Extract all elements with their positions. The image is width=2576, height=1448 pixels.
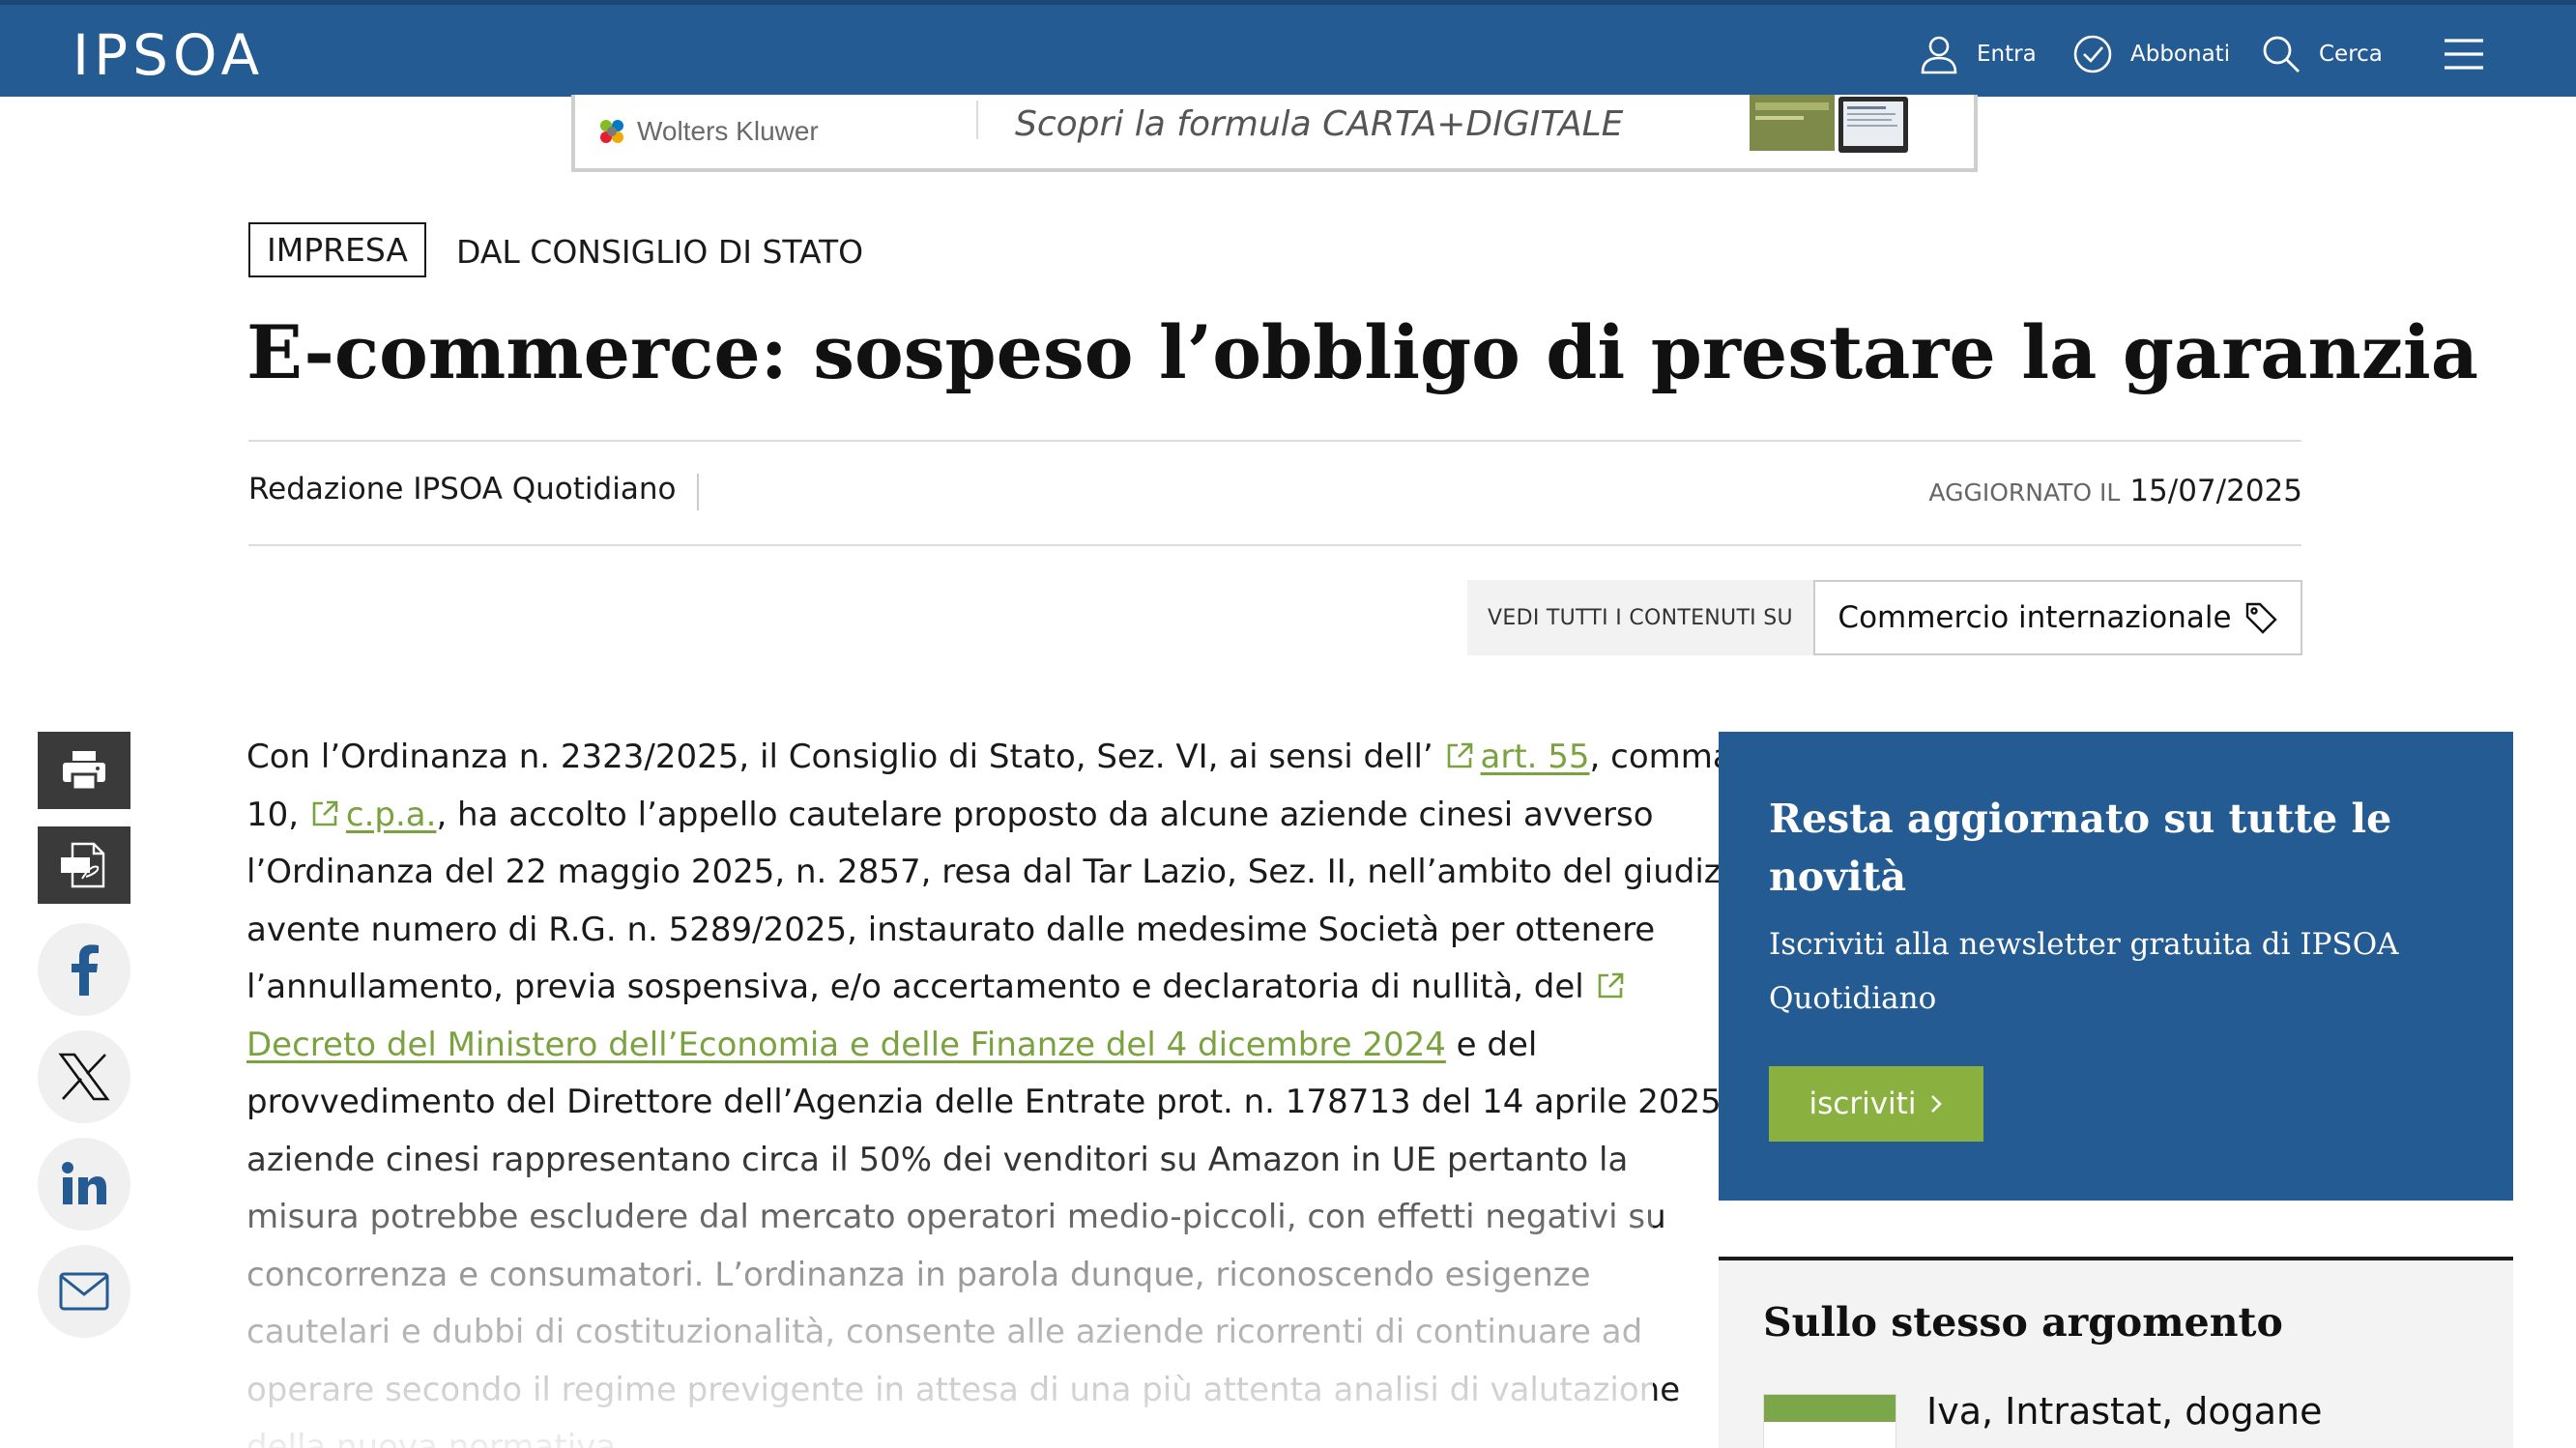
link-cpa[interactable]: c.p.a. — [346, 796, 437, 834]
author[interactable]: Redazione IPSOA Quotidiano — [248, 472, 676, 507]
nav-subscribe-label: Abbonati — [2130, 42, 2231, 67]
newsletter-title: Resta aggiornato su tutte le novità — [1769, 796, 2392, 900]
related-item-title[interactable]: Iva, Intrastat, dogane — [1926, 1390, 2323, 1433]
banner-product-image — [1750, 95, 1908, 153]
body-text-segment: e del — [1445, 1025, 1538, 1064]
facebook-share-button[interactable] — [38, 923, 130, 1016]
body-line: Decreto del Ministero dell’Economia e de… — [246, 1017, 1638, 1075]
ad-banner[interactable]: Wolters Kluwer Scopri la formula CARTA+D… — [571, 95, 1978, 172]
body-line: concorrenza e consumatori. L’ordinanza i… — [246, 1255, 1591, 1294]
article-title: E-commerce: sospeso l’obbligo di prestar… — [246, 309, 2479, 395]
topic-link-label: Commercio internazionale — [1838, 600, 2232, 635]
updated-info: AGGIORNATO IL 15/07/2025 — [1928, 474, 2302, 508]
related-thumbnail[interactable] — [1763, 1394, 1896, 1448]
body-line: della nuova normativa. — [246, 1428, 626, 1448]
linkedin-icon — [62, 1162, 106, 1204]
banner-promo: Scopri la formula CARTA+DIGITALE — [1015, 104, 1624, 144]
newsletter-subscribe-button[interactable]: iscriviti — [1769, 1066, 1983, 1142]
site-logo[interactable]: IPSOA — [72, 22, 264, 88]
related-title: Sullo stesso argomento — [1763, 1299, 2283, 1346]
body-line: 10, c.p.a., ha accolto l’appello cautela… — [246, 787, 1654, 845]
category-tag[interactable]: IMPRESA — [248, 222, 426, 277]
body-text-segment: l’annullamento, previa sospensiva, e/o a… — [246, 968, 1595, 1006]
nav-search[interactable]: Cerca — [2261, 32, 2383, 76]
body-line: misura potrebbe escludere dal mercato op… — [246, 1198, 1666, 1236]
hamburger-menu-icon — [2445, 39, 2483, 70]
newsletter-box: Resta aggiornato su tutte le novità Iscr… — [1719, 732, 2513, 1201]
divider — [248, 544, 2301, 546]
link-decreto[interactable]: Decreto del Ministero dell’Economia e de… — [246, 1026, 1446, 1064]
newsletter-subtitle: Iscriviti alla newsletter gratuita di IP… — [1769, 927, 2399, 1016]
print-icon — [63, 751, 105, 792]
user-icon — [1921, 36, 1957, 74]
topic-label: VEDI TUTTI I CONTENUTI SU — [1467, 580, 1813, 655]
banner-divider — [976, 101, 978, 139]
external-link-icon — [1447, 742, 1472, 768]
body-line: cautelari e dubbi di costituzionalità, c… — [246, 1313, 1643, 1351]
print-button[interactable] — [38, 732, 130, 809]
site-header: IPSOA Entra Abbonati Cerca — [0, 0, 2576, 97]
mail-icon — [59, 1272, 109, 1311]
topic-box: VEDI TUTTI I CONTENUTI SU Commercio inte… — [1467, 580, 2302, 655]
nav-search-label: Cerca — [2319, 42, 2383, 67]
body-text-segment: , comma — [1589, 738, 1733, 776]
body-line: l’Ordinanza del 22 maggio 2025, n. 2857,… — [246, 853, 1751, 891]
body-text-segment: 10, — [246, 795, 309, 834]
external-link-icon — [312, 800, 338, 825]
nav-login-label: Entra — [1977, 42, 2037, 67]
divider — [248, 440, 2301, 442]
facebook-icon — [72, 944, 99, 996]
body-line: avente numero di R.G. n. 5289/2025, inst… — [246, 910, 1656, 949]
pdf-icon — [61, 842, 105, 888]
section-label: DAL CONSIGLIO DI STATO — [456, 233, 864, 271]
body-line: l’annullamento, previa sospensiva, e/o a… — [246, 959, 1638, 1017]
banner-brand: Wolters Kluwer — [594, 114, 819, 149]
related-box: Sullo stesso argomento Iva, Intrastat, d… — [1719, 1260, 2513, 1448]
x-icon — [58, 1053, 110, 1101]
body-text-segment: Con l’Ordinanza n. 2323/2025, il Consigl… — [246, 738, 1444, 776]
banner-brand-name: Wolters Kluwer — [637, 116, 819, 146]
external-link-icon — [1598, 972, 1623, 999]
chevron-right-icon — [1931, 1095, 1943, 1113]
thumbnail-band — [1764, 1395, 1896, 1422]
body-line: provvedimento del Direttore dell’Agenzia… — [246, 1083, 1780, 1121]
body-line: Con l’Ordinanza n. 2323/2025, il Consigl… — [246, 729, 1733, 787]
check-circle-icon — [2073, 35, 2112, 73]
topic-link[interactable]: Commercio internazionale — [1813, 580, 2302, 655]
body-line: operare secondo il regime previgente in … — [246, 1370, 1681, 1409]
page: IPSOA Entra Abbonati Cerca Wolters Kluwe… — [0, 0, 2576, 1448]
tag-icon — [2245, 602, 2277, 634]
email-share-button[interactable] — [38, 1245, 130, 1338]
menu-button[interactable] — [2443, 32, 2485, 76]
pdf-button[interactable] — [38, 826, 130, 904]
nav-subscribe[interactable]: Abbonati — [2072, 32, 2230, 76]
search-icon — [2263, 36, 2300, 72]
updated-label: AGGIORNATO IL — [1928, 478, 2121, 507]
article-body: Con l’Ordinanza n. 2323/2025, il Consigl… — [246, 729, 1780, 1448]
linkedin-share-button[interactable] — [38, 1138, 130, 1231]
body-text-segment: , ha accolto l’appello cautelare propost… — [436, 795, 1654, 834]
author-separator — [697, 474, 699, 510]
body-line: aziende cinesi rappresentano circa il 50… — [246, 1140, 1629, 1179]
link-art-55[interactable]: art. 55 — [1481, 738, 1590, 776]
newsletter-button-label: iscriviti — [1809, 1086, 1917, 1121]
updated-date: 15/07/2025 — [2129, 474, 2302, 508]
wolters-kluwer-logo-icon — [600, 120, 623, 143]
nav-login[interactable]: Entra — [1919, 32, 2037, 76]
x-share-button[interactable] — [38, 1030, 130, 1123]
